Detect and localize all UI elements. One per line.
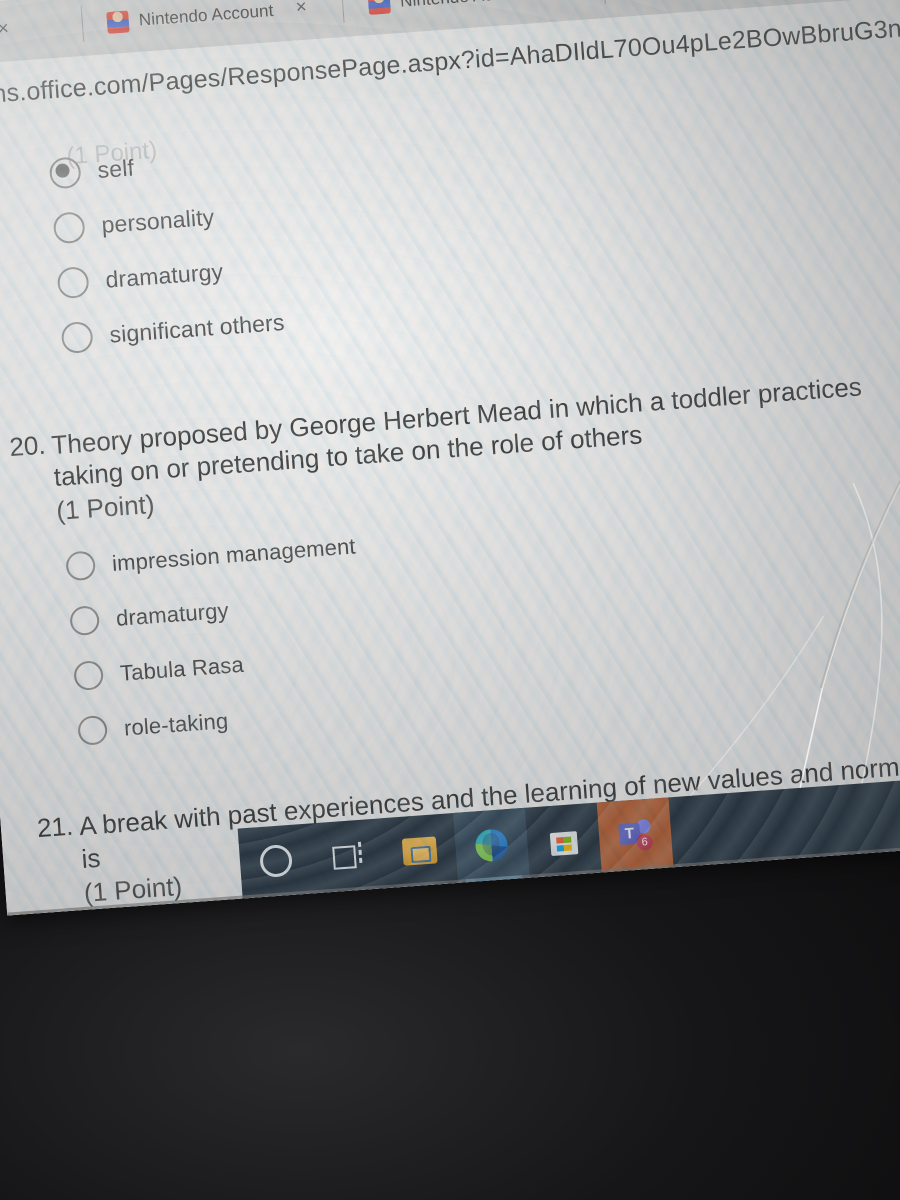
radio-button-icon[interactable] [69, 605, 101, 637]
question-20-options: impression management dramaturgy Tabula … [65, 491, 900, 747]
taskbar-item-file-explorer[interactable] [381, 813, 458, 888]
radio-option-label: dramaturgy [115, 597, 230, 631]
task-view-icon [332, 842, 364, 870]
taskbar-item-microsoft-store[interactable] [525, 803, 602, 878]
tab-close-button[interactable]: × [552, 0, 573, 1]
microsoft-forms-page: (1 Point) self personality dramaturgy si… [0, 55, 900, 916]
radio-button-icon[interactable] [65, 550, 97, 582]
tab-close-button[interactable]: × [0, 18, 14, 41]
radio-button-icon[interactable] [73, 660, 105, 692]
taskbar-item-microsoft-teams[interactable]: T 6 [596, 797, 674, 873]
file-explorer-icon [402, 836, 438, 865]
question-number: 20. [8, 429, 47, 463]
mario-icon [106, 10, 130, 34]
tab-title: Nintendo Account [399, 0, 535, 12]
radio-option-label: Tabula Rasa [119, 651, 245, 686]
radio-button-icon[interactable] [77, 715, 109, 747]
photograph-of-laptop-screen: Account × Nintendo Account × Nintendo Ac… [0, 0, 900, 1200]
radio-button-icon[interactable] [60, 320, 94, 355]
radio-option-label: impression management [111, 533, 357, 576]
radio-option-label: significant others [108, 308, 286, 348]
radio-option-label: role-taking [123, 708, 230, 741]
mario-icon [367, 0, 392, 16]
question-20: 20. Theory proposed by George Herbert Me… [8, 367, 900, 750]
laptop-screen: Account × Nintendo Account × Nintendo Ac… [0, 0, 900, 916]
teams-notification-badge: 6 [636, 833, 654, 851]
taskbar-item-task-view[interactable] [309, 818, 386, 893]
microsoft-teams-icon: T 6 [618, 818, 654, 851]
radio-option-label: personality [100, 203, 216, 238]
cortana-icon [258, 843, 294, 879]
radio-button-icon[interactable] [56, 266, 90, 300]
taskbar-item-microsoft-edge[interactable] [453, 807, 530, 883]
tab-title: Nintendo Account [138, 0, 275, 30]
partial-question-options: self personality dramaturgy significant … [48, 98, 900, 355]
tab-close-button[interactable]: × [291, 0, 312, 20]
microsoft-edge-icon [474, 828, 509, 863]
microsoft-store-icon [549, 824, 578, 856]
question-number: 21. [36, 811, 75, 844]
radio-option-label: dramaturgy [104, 258, 225, 293]
taskbar-item-cortana[interactable] [238, 823, 315, 898]
radio-button-icon[interactable] [52, 211, 86, 245]
